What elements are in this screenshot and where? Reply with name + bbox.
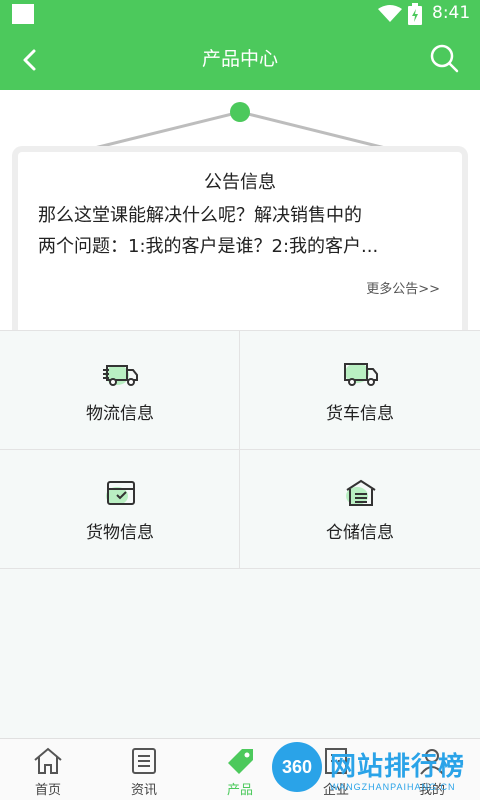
grid-item-label: 货车信息 — [326, 404, 394, 424]
tab-home[interactable]: 首页 — [0, 739, 96, 800]
notice-content: 那么这堂课能解决什么呢？解决销售中的 两个问题：1:我的客户是谁？2:我的客户.… — [38, 200, 442, 262]
category-grid: 物流信息 货车信息 货物信息 仓储信息 — [0, 330, 480, 569]
warehouse-icon — [346, 479, 376, 506]
cargo-box-icon — [106, 481, 135, 505]
home-icon — [34, 747, 62, 774]
battery-icon — [408, 3, 422, 25]
notice-section: 公告信息 那么这堂课能解决什么呢？解决销售中的 两个问题：1:我的客户是谁？2:… — [0, 90, 480, 330]
notification-square-icon — [12, 4, 34, 24]
notice-line: 两个问题：1:我的客户是谁？2:我的客户... — [38, 236, 379, 257]
tab-news[interactable]: 资讯 — [96, 739, 192, 800]
notice-line: 那么这堂课能解决什么呢？解决销售中的 — [38, 205, 362, 226]
watermark-badge: 360 — [272, 742, 322, 792]
tab-label: 首页 — [34, 783, 61, 798]
notice-board[interactable]: 公告信息 那么这堂课能解决什么呢？解决销售中的 两个问题：1:我的客户是谁？2:… — [12, 146, 468, 330]
more-notices-link[interactable]: 更多公告>> — [366, 278, 440, 297]
grid-item-label: 仓储信息 — [326, 523, 394, 543]
wifi-icon — [378, 5, 402, 22]
grid-item-warehouse[interactable]: 仓储信息 — [240, 450, 480, 569]
grid-item-truck[interactable]: 货车信息 — [240, 331, 480, 450]
tag-icon — [228, 749, 253, 774]
search-icon[interactable] — [428, 42, 460, 74]
grid-item-logistics[interactable]: 物流信息 — [0, 331, 240, 450]
tab-label: 资讯 — [130, 783, 157, 798]
back-arrow-icon[interactable] — [16, 46, 44, 74]
status-time: 8:41 — [432, 3, 471, 23]
page-title: 产品中心 — [201, 48, 278, 70]
watermark-logo: 360 网站排行榜 WANGZHANPAIHANG.CN — [272, 740, 480, 800]
notice-title: 公告信息 — [204, 172, 276, 193]
watermark-text: 网站排行榜 — [330, 752, 466, 782]
logistics-truck-icon — [103, 365, 138, 386]
grid-item-label: 货物信息 — [86, 523, 154, 543]
watermark-subtext: WANGZHANPAIHANG.CN — [330, 782, 456, 792]
grid-item-cargo[interactable]: 货物信息 — [0, 450, 240, 569]
grid-item-label: 物流信息 — [86, 404, 154, 424]
status-bar: 8:41 — [0, 0, 480, 28]
app-bar: 产品中心 — [0, 28, 480, 90]
truck-icon — [344, 363, 378, 386]
news-icon — [132, 748, 156, 774]
